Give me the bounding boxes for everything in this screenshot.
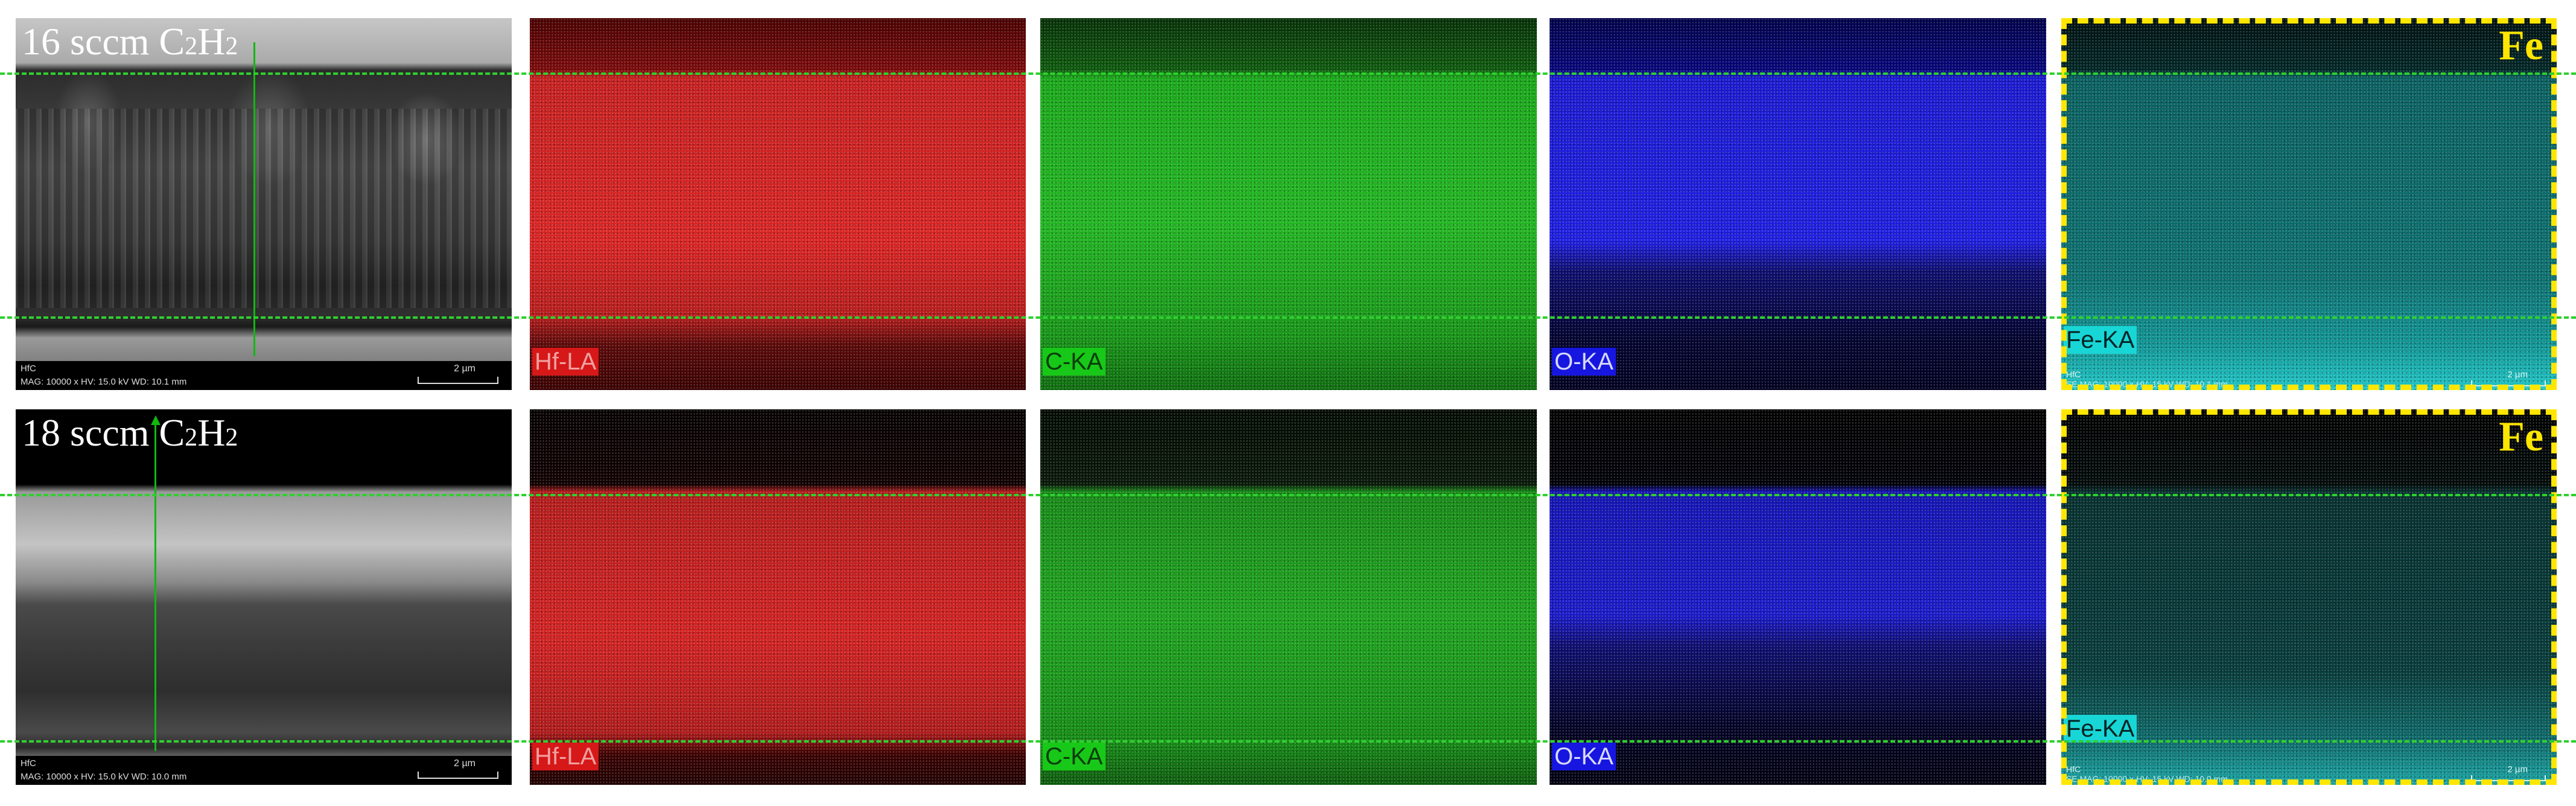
sem-parameters: MAG: 10000 x HV: 15.0 kV WD: 10.1 mm — [21, 377, 187, 387]
element-tag-c: C-KA — [1043, 743, 1105, 770]
sem-sample-name: HfC — [21, 363, 36, 374]
element-tag-hf: Hf-LA — [532, 348, 599, 376]
line-scan-arrow — [151, 415, 161, 425]
c-map-18sccm: C-KA — [1040, 409, 1537, 785]
element-tag-hf: Hf-LA — [532, 743, 599, 770]
scale-bar-label: 2 µm — [454, 758, 475, 769]
element-tag-o: O-KA — [1552, 743, 1616, 770]
fe-highlight-frame — [2061, 409, 2557, 785]
interface-guide-line-top-row2 — [0, 494, 2576, 496]
noise-overlay — [1040, 409, 1537, 785]
noise-overlay — [1550, 409, 2046, 785]
scale-bar — [418, 377, 498, 384]
fe-map-18sccm: Fe-KA HfC SE MAG: 10000 x HV: 15 kV WD: … — [2061, 409, 2557, 785]
o-map-18sccm: O-KA — [1550, 409, 2046, 785]
sample-label-text: 16 sccm C2H2 — [22, 20, 238, 63]
sem-info-bar: HfC MAG: 10000 x HV: 15.0 kV WD: 10.0 mm… — [16, 756, 512, 785]
element-tag-c: C-KA — [1043, 348, 1105, 376]
sem-info-bar: HfC MAG: 10000 x HV: 15.0 kV WD: 10.1 mm… — [16, 361, 512, 390]
fe-highlight-label: Fe — [2499, 22, 2543, 69]
scale-bar-label: 2 µm — [454, 363, 475, 374]
line-scan-marker — [154, 425, 156, 751]
sem-parameters: MAG: 10000 x HV: 15.0 kV WD: 10.0 mm — [21, 772, 187, 782]
sample-label-text: 18 sccm C2H2 — [22, 411, 238, 454]
fe-highlight-label: Fe — [2499, 414, 2543, 460]
scale-bar — [418, 772, 498, 779]
hf-map-18sccm: Hf-LA — [530, 409, 1026, 785]
sem-sample-name: HfC — [21, 758, 36, 769]
sample-label-16sccm: 16 sccm C2H2 — [22, 19, 238, 64]
columnar-texture — [16, 109, 512, 308]
interface-guide-line-top-row1 — [0, 72, 2576, 75]
sem-image-18sccm: 18 sccm C2H2 HfC MAG: 10000 x HV: 15.0 k… — [16, 409, 512, 785]
sample-label-18sccm: 18 sccm C2H2 — [22, 411, 238, 455]
element-tag-o: O-KA — [1552, 348, 1616, 376]
noise-overlay — [530, 409, 1026, 785]
line-scan-marker — [253, 42, 255, 356]
interface-guide-line-bottom-row1 — [0, 316, 2576, 319]
interface-guide-line-bottom-row2 — [0, 740, 2576, 743]
